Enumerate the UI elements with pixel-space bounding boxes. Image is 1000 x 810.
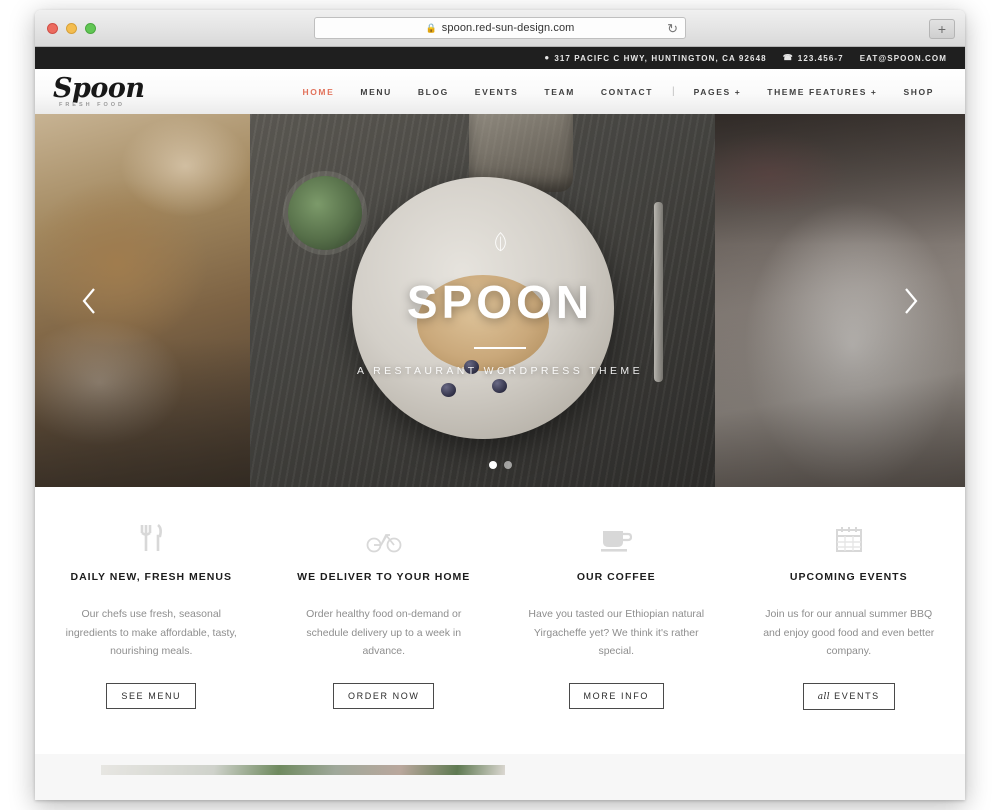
berry-decoration (440, 382, 456, 397)
site-logo[interactable]: Spoon FRESH FOOD (49, 72, 249, 108)
order-now-button[interactable]: ORDER NOW (333, 682, 435, 709)
hero-image-right (715, 114, 965, 487)
hero-image-center (250, 114, 715, 487)
more-info-button[interactable]: MORE INFO (568, 682, 664, 709)
logo-tagline: FRESH FOOD (58, 101, 126, 108)
nav-item-menu[interactable]: MENU (347, 87, 404, 97)
chevron-left-icon[interactable] (77, 284, 103, 318)
feature-text: Have you tasted our Ethiopian natural Yi… (528, 608, 705, 657)
address-text: 317 PACIFC C HWY, HUNTINGTON, CA 92648 (554, 53, 767, 63)
hero-image-left (35, 114, 250, 487)
hero-pagination (35, 461, 965, 469)
calendar-icon (759, 519, 940, 553)
all-events-button-prefix: all (817, 691, 831, 702)
coffee-cup-icon (526, 519, 707, 553)
next-section-peek (35, 753, 965, 800)
new-tab-button[interactable]: + (929, 19, 955, 39)
nav-item-pages[interactable]: PAGES + (681, 87, 755, 97)
hero-slider: SPOON A RESTAURANT WORDPRESS THEME (35, 114, 965, 487)
nav-item-blog[interactable]: BLOG (405, 87, 462, 97)
browser-titlebar: 🔒 spoon.red-sun-design.com ↻ + (35, 10, 965, 47)
logo-wordmark: Spoon (53, 72, 145, 104)
see-menu-button[interactable]: SEE MENU (106, 682, 197, 709)
feature-text: Our chefs use fresh, seasonal ingredient… (65, 608, 237, 657)
feature-title: DAILY NEW, FRESH MENUS (70, 571, 232, 583)
fork-decoration (654, 202, 663, 382)
phone-text: 123.456-7 (797, 53, 844, 63)
bicycle-icon (294, 519, 475, 553)
features-section: DAILY NEW, FRESH MENUS Our chefs use fre… (35, 487, 965, 754)
feature-text: Join us for our annual summer BBQ and en… (763, 608, 935, 657)
feature-title: UPCOMING EVENTS (789, 571, 908, 583)
close-window-button[interactable] (47, 23, 58, 34)
site-header: Spoon FRESH FOOD HOME MENU BLOG EVENTS T… (35, 69, 965, 114)
contact-address: ● 317 PACIFC C HWY, HUNTINGTON, CA 92648 (544, 54, 766, 63)
nav-item-theme-features[interactable]: THEME FEATURES + (754, 87, 890, 97)
location-pin-icon: ● (544, 53, 551, 62)
hero-dot-1[interactable] (488, 461, 497, 469)
nav-item-contact[interactable]: CONTACT (588, 87, 666, 97)
window-controls (47, 23, 96, 34)
nav-item-home[interactable]: HOME (289, 87, 347, 97)
main-navigation: HOME MENU BLOG EVENTS TEAM CONTACT | PAG… (249, 86, 947, 97)
url-text: spoon.red-sun-design.com (441, 22, 575, 34)
contact-phone[interactable]: ☎ 123.456-7 (783, 54, 844, 63)
reload-icon[interactable]: ↻ (667, 21, 678, 37)
all-events-button[interactable]: all EVENTS (802, 682, 895, 710)
berry-decoration (463, 360, 479, 375)
feature-title: WE DELIVER TO YOUR HOME (297, 571, 471, 583)
contact-email[interactable]: EAT@SPOON.COM (860, 54, 947, 63)
feature-column-coffee: OUR COFFEE Have you tasted our Ethiopian… (500, 519, 733, 710)
feature-title: OUR COFFEE (576, 571, 656, 583)
chevron-right-icon[interactable] (897, 284, 923, 318)
nav-item-team[interactable]: TEAM (531, 87, 587, 97)
nav-item-shop[interactable]: SHOP (891, 87, 948, 97)
feature-text: Order healthy food on-demand or schedule… (306, 608, 462, 657)
feature-column-delivery: WE DELIVER TO YOUR HOME Order healthy fo… (268, 519, 501, 710)
phone-icon: ☎ (782, 53, 794, 62)
feature-column-menus: DAILY NEW, FRESH MENUS Our chefs use fre… (35, 519, 268, 710)
all-events-button-label: EVENTS (834, 690, 880, 701)
nav-separator: | (672, 86, 675, 97)
minimize-window-button[interactable] (66, 23, 77, 34)
hero-dot-2[interactable] (503, 461, 512, 469)
next-section-image-strip (101, 764, 505, 775)
berry-decoration (491, 378, 507, 393)
nav-item-events[interactable]: EVENTS (462, 87, 532, 97)
browser-window: 🔒 spoon.red-sun-design.com ↻ + ● 317 PAC… (35, 10, 965, 800)
fork-knife-icon (61, 519, 242, 553)
feature-column-events: UPCOMING EVENTS Join us for our annual s… (733, 519, 966, 710)
lock-icon: 🔒 (425, 22, 437, 33)
maximize-window-button[interactable] (85, 23, 96, 34)
address-bar[interactable]: 🔒 spoon.red-sun-design.com ↻ (314, 17, 686, 39)
pancake-decoration (416, 274, 549, 371)
site-top-info-bar: ● 317 PACIFC C HWY, HUNTINGTON, CA 92648… (35, 47, 965, 69)
succulent-plant-decoration (288, 176, 362, 250)
